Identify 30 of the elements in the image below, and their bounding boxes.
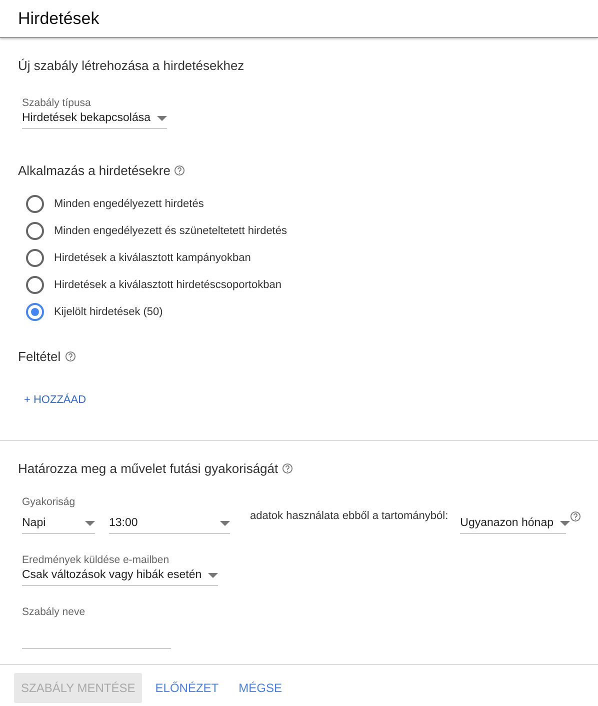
radio-option[interactable]: Hirdetések a kiválasztott hirdetéscsoportokban xyxy=(26,276,287,294)
field-label: Szabály neve xyxy=(22,606,86,618)
section-heading: Feltétel xyxy=(18,349,61,364)
caret-icon xyxy=(85,520,95,526)
frequency-dropdown[interactable]: Napi xyxy=(22,514,95,534)
action-button[interactable]: ELŐNÉZET xyxy=(148,673,226,703)
section-heading: Határozza meg a művelet futási gyakoriságát xyxy=(18,461,278,476)
action-button[interactable]: MÉGSE xyxy=(232,673,289,703)
radio-option[interactable]: Minden engedélyezett hirdetés xyxy=(26,195,287,213)
caret-icon xyxy=(560,520,570,526)
caret-icon xyxy=(208,572,218,578)
range-label: adatok használata ebből a tartományból: xyxy=(250,510,448,522)
help-icon xyxy=(64,351,76,362)
caret-icon xyxy=(220,520,230,526)
email-dropdown[interactable]: Eredmények küldése e-mailben Csak változások vagy hibák esetén xyxy=(22,554,218,586)
field-label: Gyakoriság xyxy=(22,496,76,508)
section-heading: Alkalmazás a hirdetésekre xyxy=(18,163,170,178)
time-dropdown[interactable]: 13:00 xyxy=(109,514,230,534)
range-dropdown[interactable]: Ugyanazon hónap xyxy=(460,514,566,534)
radio-option[interactable]: Hirdetések a kiválasztott kampányokban xyxy=(26,249,287,267)
page-title: Hirdetések xyxy=(18,8,100,28)
help-icon xyxy=(282,463,294,474)
add-condition-link[interactable]: + HOZZÁAD xyxy=(24,390,86,410)
help-icon xyxy=(174,165,186,176)
radio-option[interactable]: Minden engedélyezett és szüneteltetett hirdetés xyxy=(26,222,287,240)
section-title: Új szabály létrehozása a hirdetésekhez xyxy=(18,58,244,73)
help-icon xyxy=(570,511,582,522)
caret-icon xyxy=(156,116,166,120)
rule-type-dropdown[interactable]: Szabály típusa Hirdetések bekapcsolása xyxy=(22,97,166,129)
radio-option[interactable]: Kijelölt hirdetések (50) xyxy=(26,303,287,321)
